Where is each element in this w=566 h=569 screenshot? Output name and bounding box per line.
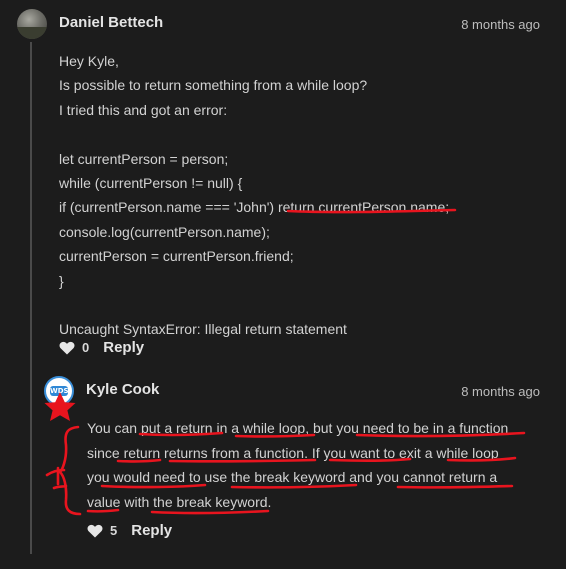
comment-line: I tried this and got an error:: [59, 101, 228, 118]
comment-line: if (currentPerson.name === 'John') retur…: [59, 199, 450, 216]
comment-actions: 0 Reply: [59, 339, 144, 356]
comment-line: [59, 122, 449, 146]
comment-line: while (currentPerson != null) {: [59, 175, 243, 192]
avatar[interactable]: WDS: [44, 376, 74, 406]
reply-body: You can put a return in a while loop, bu…: [87, 416, 508, 514]
annotation-bracket: [58, 425, 82, 516]
comment-timestamp[interactable]: 8 months ago: [461, 17, 540, 32]
reply-actions: 5 Reply: [87, 522, 172, 539]
like-count: 5: [110, 523, 118, 538]
thread-line: [30, 42, 32, 554]
reply-line: you would need to use the break keyword …: [87, 469, 498, 486]
comment-line: let currentPerson = person;: [59, 150, 229, 167]
reply-author[interactable]: Kyle Cook: [86, 381, 159, 398]
annotation-squiggle: [45, 466, 68, 490]
comment-line: console.log(currentPerson.name);: [59, 223, 270, 240]
reply-line: value with the break keyword.: [87, 493, 272, 510]
comment-line: Hey Kyle,: [59, 53, 119, 69]
avatar[interactable]: [17, 9, 47, 39]
heart-icon[interactable]: [59, 341, 75, 355]
reply-timestamp[interactable]: 8 months ago: [461, 384, 540, 399]
comment-line: [59, 293, 449, 317]
heart-icon[interactable]: [87, 524, 103, 538]
reply-button[interactable]: Reply: [103, 339, 144, 356]
avatar-badge: WDS: [50, 386, 69, 396]
comment-thread: Daniel Bettech 8 months ago Hey Kyle, Is…: [0, 0, 566, 569]
comment-body: Hey Kyle, Is possible to return somethin…: [59, 49, 449, 342]
comment-author[interactable]: Daniel Bettech: [59, 14, 163, 31]
reply-line: You can put a return in a while loop, bu…: [87, 420, 509, 436]
comment-line: currentPerson = currentPerson.friend;: [59, 248, 294, 265]
like-count: 0: [82, 340, 90, 355]
reply-line: since return returns from a function. If…: [87, 444, 499, 461]
reply-button[interactable]: Reply: [131, 522, 172, 539]
comment-line: }: [59, 272, 64, 289]
comment-line: Is possible to return something from a w…: [59, 77, 368, 94]
